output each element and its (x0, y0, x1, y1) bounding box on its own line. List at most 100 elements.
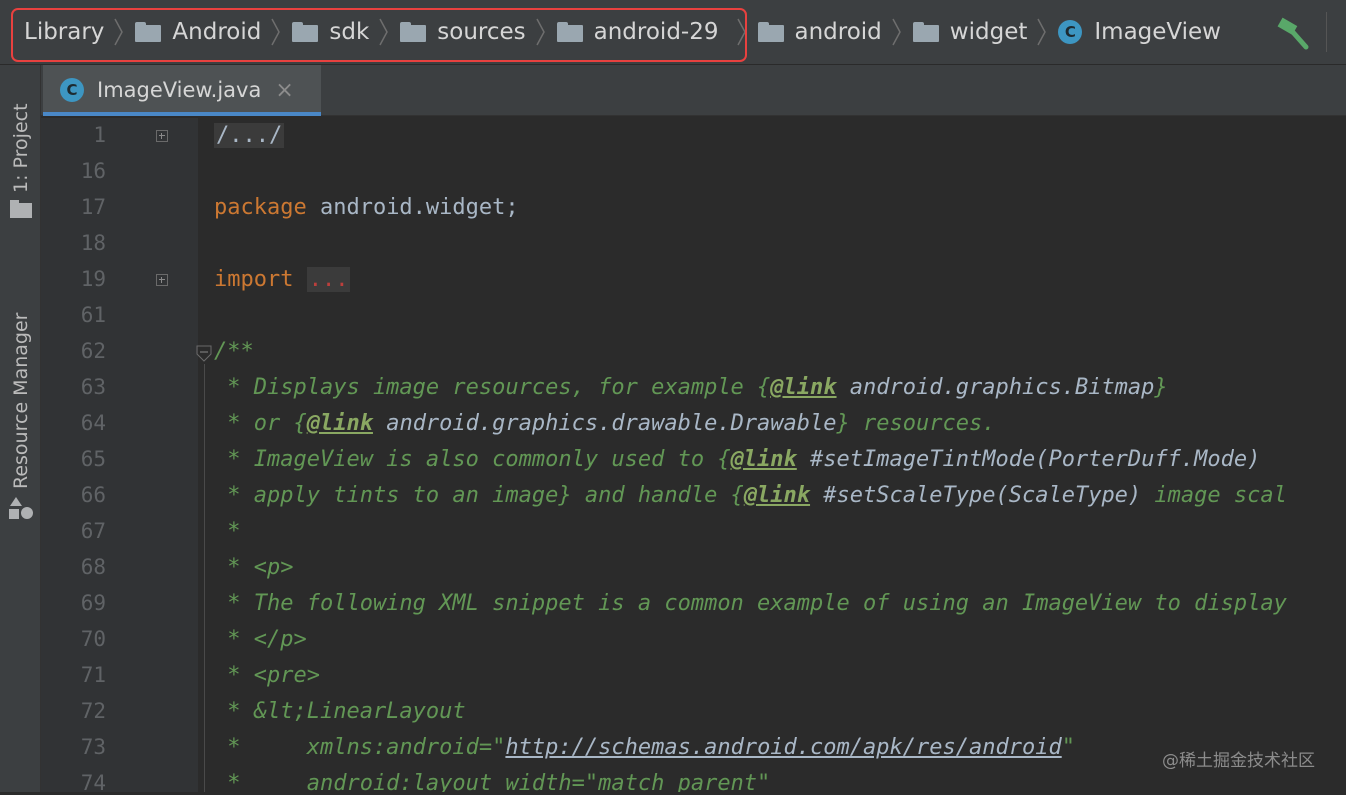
code-line: * (214, 517, 241, 547)
code-line: * apply tints to an image} and handle {@… (214, 481, 1287, 511)
line-number: 69 (80, 591, 106, 615)
fold-expand-icon[interactable] (156, 274, 168, 286)
close-icon[interactable]: × (275, 78, 293, 103)
folder-icon (400, 22, 427, 42)
breadcrumb-item-library[interactable]: Library (24, 0, 104, 64)
fold-collapse-icon[interactable] (196, 345, 212, 363)
line-number: 74 (80, 771, 106, 795)
doc-comment: * (214, 519, 241, 544)
doc-comment: /** (214, 339, 254, 364)
code-line: * ImageView is also commonly used to {@l… (214, 445, 1260, 475)
chevron-right-icon (271, 18, 281, 46)
breadcrumb-label: android-29 (593, 19, 719, 45)
line-number: 66 (80, 483, 106, 507)
doc-comment: * <pre> (214, 663, 320, 688)
code-line: /** (214, 337, 254, 367)
folder-icon (10, 200, 32, 218)
line-number: 62 (80, 339, 106, 363)
breadcrumb-label: ImageView (1094, 19, 1221, 45)
breadcrumb-item-android[interactable]: Android (135, 0, 261, 64)
code-line: * android:layout_width="match_parent" (214, 769, 770, 792)
breadcrumb-item-android-29[interactable]: android-29 (556, 0, 719, 64)
line-number: 65 (80, 447, 106, 471)
line-number: 17 (80, 195, 106, 219)
breadcrumb-item-android[interactable]: android (757, 0, 882, 64)
breadcrumb-item-sdk[interactable]: sdk (292, 0, 369, 64)
breadcrumb-item-imageview[interactable]: C ImageView (1058, 0, 1221, 64)
line-number: 68 (80, 555, 106, 579)
line-number: 71 (80, 663, 106, 687)
folder-icon (292, 22, 319, 42)
code-line: * </p> (214, 625, 307, 655)
chevron-right-icon (736, 18, 746, 46)
code-line: package android.widget; (214, 193, 519, 223)
breadcrumb-item-sources[interactable]: sources (400, 0, 526, 64)
doc-comment: * or { (214, 411, 307, 436)
doc-comment: * </p> (214, 627, 307, 652)
breadcrumb-label: android (794, 19, 882, 45)
code-line: * <p> (214, 553, 293, 583)
line-number: 1 (93, 123, 106, 147)
class-icon: C (1058, 20, 1083, 44)
doc-comment: * <p> (214, 555, 294, 580)
fold-expand-icon[interactable] (156, 130, 168, 142)
collapsed-imports[interactable]: ... (306, 267, 351, 292)
line-number: 19 (80, 267, 106, 291)
code-text: android.widget; (306, 195, 519, 220)
doc-tag: @link (730, 447, 797, 472)
line-number: 61 (80, 303, 106, 327)
chevron-right-icon (114, 18, 124, 46)
code-line: * &lt;LinearLayout (214, 697, 466, 727)
code-line: * The following XML snippet is a common … (214, 589, 1287, 619)
doc-reference: #setImageTintMode(PorterDuff.Mode) (796, 447, 1261, 472)
fold-guide (204, 364, 205, 792)
code-line: * <pre> (214, 661, 320, 691)
doc-reference: #setScaleType(ScaleType) (810, 483, 1142, 508)
line-number: 67 (80, 519, 106, 543)
editor-tab-bar: C ImageView.java × (41, 65, 1346, 116)
folder-icon (135, 22, 162, 42)
line-number: 64 (80, 411, 106, 435)
doc-tag: @link (743, 483, 811, 508)
watermark: @稀土掘金技术社区 (1162, 751, 1315, 771)
doc-comment: * &lt;LinearLayout (214, 699, 466, 724)
url-link[interactable]: http://schemas.android.com/apk/res/andro… (505, 735, 1061, 760)
line-number: 73 (80, 735, 106, 759)
code-line: import ... (214, 265, 351, 295)
tab-title: ImageView.java (97, 78, 262, 102)
keyword: package (214, 195, 307, 220)
breadcrumb-label: sdk (329, 19, 370, 45)
doc-comment: * Displays image resources, for example … (214, 375, 771, 400)
keyword: import (214, 267, 294, 292)
doc-comment: } resources. (836, 411, 996, 436)
project-tool-button[interactable]: 1: Project (10, 103, 32, 193)
doc-comment: * ImageView is also commonly used to { (214, 447, 731, 472)
resource-manager-icon (9, 497, 33, 519)
code-line: * xmlns:android="http://schemas.android.… (214, 733, 1075, 763)
tool-window-strip: 1: Project Resource Manager (0, 65, 41, 792)
breadcrumb-item-widget[interactable]: widget (912, 0, 1028, 64)
doc-comment: * android:layout_width="match_parent" (214, 771, 771, 792)
doc-tag: @link (306, 411, 373, 436)
resource-manager-label: Resource Manager (10, 312, 32, 489)
line-number: 72 (80, 699, 106, 723)
breadcrumb-label: widget (949, 19, 1028, 45)
breadcrumb-label: sources (437, 19, 526, 45)
navigation-bar: Library Android sdk sources android-29 a… (0, 0, 1346, 65)
doc-comment: * The following XML snippet is a common … (214, 591, 1287, 616)
code-line: * or {@link android.graphics.drawable.Dr… (214, 409, 996, 439)
collapsed-region[interactable]: /.../ (214, 123, 285, 148)
breadcrumb-label: Android (172, 19, 262, 45)
build-hammer-icon[interactable] (1274, 16, 1312, 50)
chevron-right-icon (892, 18, 901, 46)
tab-imageview-java[interactable]: C ImageView.java × (43, 65, 321, 116)
project-label: 1: Project (10, 103, 32, 193)
doc-reference: android.graphics.Bitmap (836, 375, 1155, 400)
line-number: 16 (80, 159, 106, 183)
code-editor[interactable]: /.../ package android.widget; import ...… (214, 118, 1346, 792)
doc-comment: " (1061, 735, 1075, 760)
line-number: 18 (80, 231, 106, 255)
folder-icon (912, 22, 939, 42)
divider (1326, 12, 1327, 52)
resource-manager-tool-button[interactable]: Resource Manager (10, 313, 32, 489)
